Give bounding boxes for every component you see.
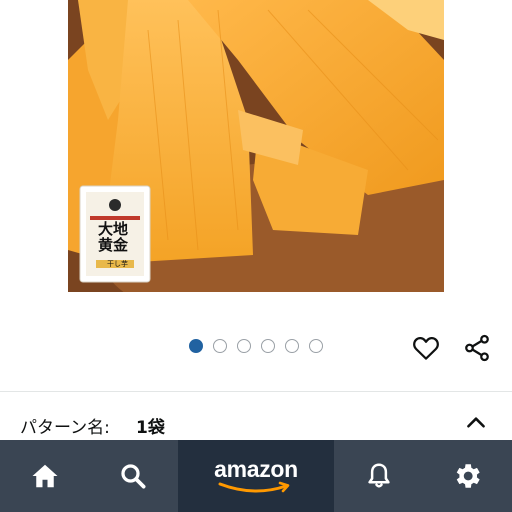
product-image[interactable]: 大地 黄金 干し芋 <box>68 0 444 292</box>
carousel-dot[interactable] <box>261 339 275 353</box>
variation-value: 1袋 <box>136 418 165 438</box>
carousel-dot[interactable] <box>237 339 251 353</box>
amazon-smile-icon <box>218 481 290 493</box>
heart-icon <box>413 337 439 360</box>
wishlist-button[interactable] <box>411 333 441 363</box>
nav-settings-button[interactable] <box>432 440 502 512</box>
gear-icon <box>456 464 480 488</box>
package-title-line1: 大地 <box>98 220 129 238</box>
share-button[interactable] <box>462 333 492 363</box>
chevron-up-icon[interactable] <box>463 410 489 436</box>
variation-selector[interactable]: パターン名: 1袋 <box>0 404 512 442</box>
carousel-dot[interactable] <box>285 339 299 353</box>
home-icon <box>32 464 58 488</box>
nav-notifications-button[interactable] <box>344 440 414 512</box>
share-icon <box>465 334 489 362</box>
carousel-dot[interactable] <box>213 339 227 353</box>
package-subtitle: 干し芋 <box>107 260 128 268</box>
section-divider <box>0 391 512 392</box>
package-title-line2: 黄金 <box>98 236 129 254</box>
bottom-navigation: amazon <box>0 440 512 512</box>
amazon-logo-button[interactable]: amazon <box>178 440 334 512</box>
carousel-dot[interactable] <box>309 339 323 353</box>
nav-home-button[interactable] <box>10 440 80 512</box>
amazon-logo: amazon <box>206 456 306 496</box>
amazon-logo-text: amazon <box>214 456 298 482</box>
bell-icon <box>368 463 390 488</box>
variation-label: パターン名: <box>20 418 110 438</box>
carousel-dot[interactable] <box>189 339 203 353</box>
nav-search-button[interactable] <box>98 440 168 512</box>
search-icon <box>121 464 146 489</box>
